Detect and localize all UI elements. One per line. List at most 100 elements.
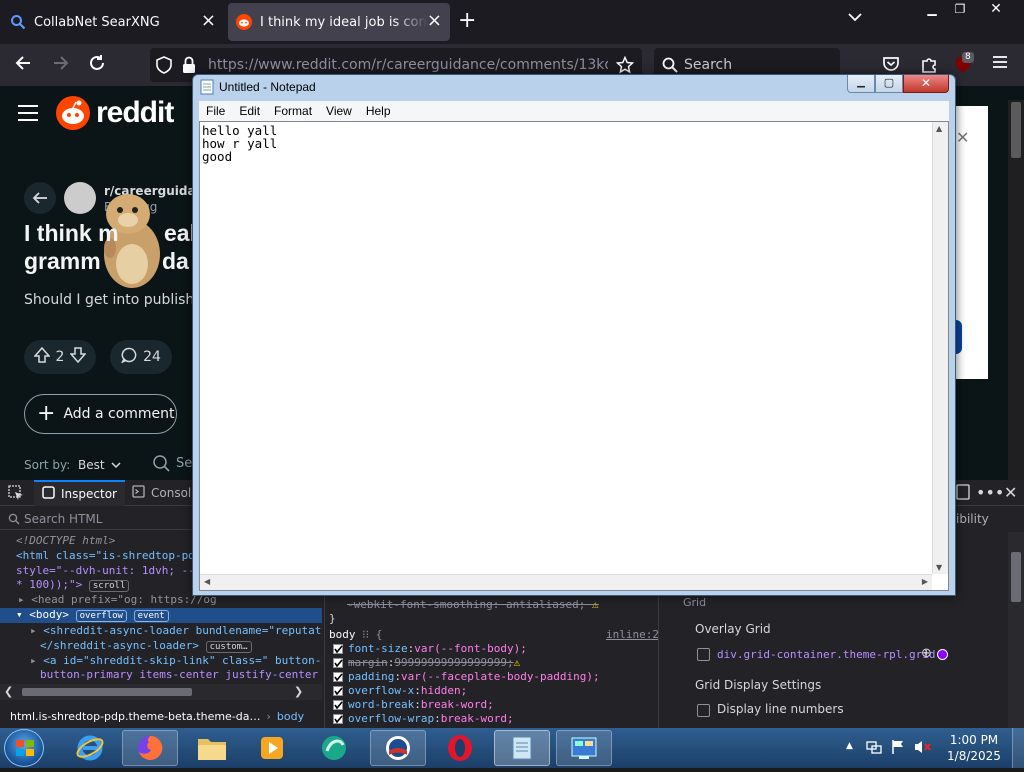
declaration-checkbox[interactable] — [333, 671, 343, 682]
custom-badge[interactable]: custom… — [205, 641, 252, 653]
overflow-badge[interactable]: overflow — [75, 610, 127, 622]
page-scrollbar[interactable] — [1008, 100, 1024, 480]
menu-format[interactable]: Format — [267, 101, 319, 121]
comments-button[interactable]: 24 — [110, 340, 172, 374]
start-button[interactable] — [4, 729, 44, 767]
declaration-value[interactable]: hidden; — [421, 684, 467, 697]
upvote-icon[interactable] — [32, 346, 51, 367]
reload-button[interactable] — [88, 54, 106, 77]
declaration-value[interactable]: var(--font-body); — [414, 642, 527, 655]
declaration-value[interactable]: break-word; — [421, 698, 494, 711]
markup-line-loader[interactable]: ▸ <shreddit-async-loader bundlename="rep… — [30, 624, 322, 637]
css-declaration[interactable]: margin: 99999999999999999; ⚠ — [333, 656, 520, 669]
notepad-minimize-button[interactable]: ▁ — [847, 75, 875, 93]
action-center-flag-icon[interactable] — [890, 739, 906, 759]
declaration-property[interactable]: word-break — [348, 698, 414, 711]
back-button[interactable] — [24, 182, 56, 214]
declaration-checkbox[interactable] — [333, 699, 343, 710]
markup-hscrollbar[interactable]: ❮ ❯ — [0, 684, 322, 700]
restore-window-icon[interactable]: ❐ — [946, 0, 974, 18]
rule-source-link[interactable]: inline:2 — [606, 628, 658, 641]
reddit-logo[interactable]: reddit — [56, 96, 174, 130]
scroll-badge[interactable]: scroll — [88, 580, 130, 592]
dock-side-icon[interactable] — [956, 484, 970, 504]
menu-file[interactable]: File — [199, 101, 232, 121]
list-all-tabs-chevron-icon[interactable] — [848, 10, 862, 26]
grid-color-swatch[interactable] — [937, 649, 948, 660]
css-declaration[interactable]: overflow-x: hidden; — [333, 684, 467, 697]
minimize-window-icon[interactable]: ▁ — [918, 0, 946, 18]
menu-help[interactable]: Help — [359, 101, 398, 121]
comment-search[interactable]: Se — [152, 454, 192, 472]
element-picker-icon[interactable] — [8, 485, 24, 505]
grid-item-label[interactable]: div.grid-container.theme-rpl.grid — [717, 648, 936, 661]
volume-muted-icon[interactable] — [914, 739, 932, 759]
breadcrumb-html[interactable]: html.is-shredtop-pdp.theme-beta.theme-da… — [10, 710, 261, 723]
tracking-protection-shield-icon[interactable] — [156, 56, 172, 78]
notepad-maximize-button[interactable]: ▢ — [875, 75, 903, 93]
menu-edit[interactable]: Edit — [232, 101, 267, 121]
close-icon[interactable]: ✕ — [956, 128, 969, 147]
declaration-value[interactable]: 99999999999999999; — [394, 656, 513, 669]
declaration-checkbox[interactable] — [333, 713, 343, 724]
notepad-close-button[interactable]: ✕ — [903, 75, 949, 93]
declaration-property[interactable]: padding — [348, 670, 394, 683]
firefox-icon[interactable] — [122, 730, 178, 766]
back-button[interactable] — [14, 54, 32, 77]
obama-icon[interactable] — [370, 730, 426, 766]
close-tab-icon[interactable]: × — [201, 12, 216, 30]
declaration-checkbox[interactable] — [333, 657, 343, 668]
menu-view[interactable]: View — [319, 101, 359, 121]
css-declaration[interactable]: overflow-wrap: break-word; — [333, 712, 514, 725]
panel-button[interactable] — [956, 320, 962, 354]
declaration-value[interactable]: break-word; — [441, 712, 514, 725]
close-window-icon[interactable]: ✕ — [982, 0, 1010, 18]
notepad-text-area[interactable]: hello yall how r yall good ▲ ▼ ◀ ▶ — [199, 121, 949, 591]
scrollbar-thumb[interactable] — [1011, 102, 1021, 158]
notepad-icon[interactable] — [494, 730, 550, 766]
rule-selector[interactable]: body ⁝⁝ { — [329, 628, 382, 641]
declaration-checkbox[interactable] — [333, 685, 343, 696]
css-declaration[interactable]: font-size: var(--font-body); — [333, 642, 527, 655]
clock[interactable]: 1:00 PM 1/8/2025 — [944, 732, 1004, 764]
devtools-vscrollbar[interactable] — [1008, 532, 1024, 728]
declaration-value[interactable]: var(--faceplate-body-padding); — [401, 670, 600, 683]
notepad-hscrollbar[interactable]: ◀ ▶ — [200, 574, 932, 590]
struck-rule[interactable]: -webkit-font-smoothing: antialiased; ⚠ — [347, 598, 599, 611]
declaration-property[interactable]: font-size — [348, 642, 408, 655]
tab-inspector[interactable]: Inspector — [34, 480, 125, 506]
event-badge[interactable]: event — [133, 610, 169, 622]
close-tab-icon[interactable]: × — [427, 12, 442, 30]
show-desktop-button[interactable] — [1012, 728, 1024, 768]
forward-button[interactable] — [52, 54, 70, 77]
declaration-property[interactable]: margin — [348, 656, 388, 669]
downvote-icon[interactable] — [69, 347, 88, 367]
add-comment-button[interactable]: + Add a comment — [24, 394, 177, 434]
notepad-window[interactable]: Untitled - Notepad ▁ ▢ ✕ File Edit Forma… — [192, 74, 956, 596]
new-tab-button[interactable]: + — [458, 10, 476, 32]
declaration-checkbox[interactable] — [333, 643, 343, 654]
ie-icon[interactable] — [62, 730, 118, 766]
tab-searxng[interactable]: CollabNet SearXNG × — [2, 3, 224, 41]
css-declaration[interactable]: word-break: break-word; — [333, 698, 494, 711]
media-player-icon[interactable] — [244, 730, 300, 766]
markup-line-head[interactable]: ▸ <head prefix="og: https://og — [18, 593, 217, 606]
menu-icon[interactable] — [18, 104, 40, 126]
line-numbers-checkbox[interactable] — [697, 704, 710, 717]
notepad-vscrollbar[interactable]: ▲ ▼ — [932, 122, 948, 574]
control-panel-icon[interactable] — [556, 730, 612, 766]
tab-reddit[interactable]: I think my ideal job is correcting × — [228, 3, 450, 41]
markup-line-skip-link[interactable]: ▸ <a id="shreddit-skip-link" class=" but… — [30, 654, 322, 667]
markup-line-html[interactable]: <html class="is-shredtop-pdp — [16, 549, 201, 562]
markup-line-doctype[interactable]: <!DOCTYPE html> — [16, 534, 115, 547]
hamburger-menu-icon[interactable] — [992, 54, 1008, 75]
opera-icon[interactable] — [432, 730, 488, 766]
markup-line-skip-link-class[interactable]: button-primary items-center justify-cent… — [40, 668, 322, 681]
declaration-property[interactable]: overflow-wrap — [348, 712, 434, 725]
markup-line-style-end[interactable]: * 100));"> scroll — [16, 578, 130, 592]
subreddit-avatar[interactable] — [64, 182, 96, 214]
overlay-grid-checkbox[interactable] — [697, 648, 710, 661]
markup-line-loader-close[interactable]: </shreddit-async-loader> custom… — [40, 639, 252, 653]
markup-line-style[interactable]: style="--dvh-unit: 1dvh; --vi — [16, 564, 208, 577]
sort-dropdown[interactable]: Best — [78, 458, 121, 472]
